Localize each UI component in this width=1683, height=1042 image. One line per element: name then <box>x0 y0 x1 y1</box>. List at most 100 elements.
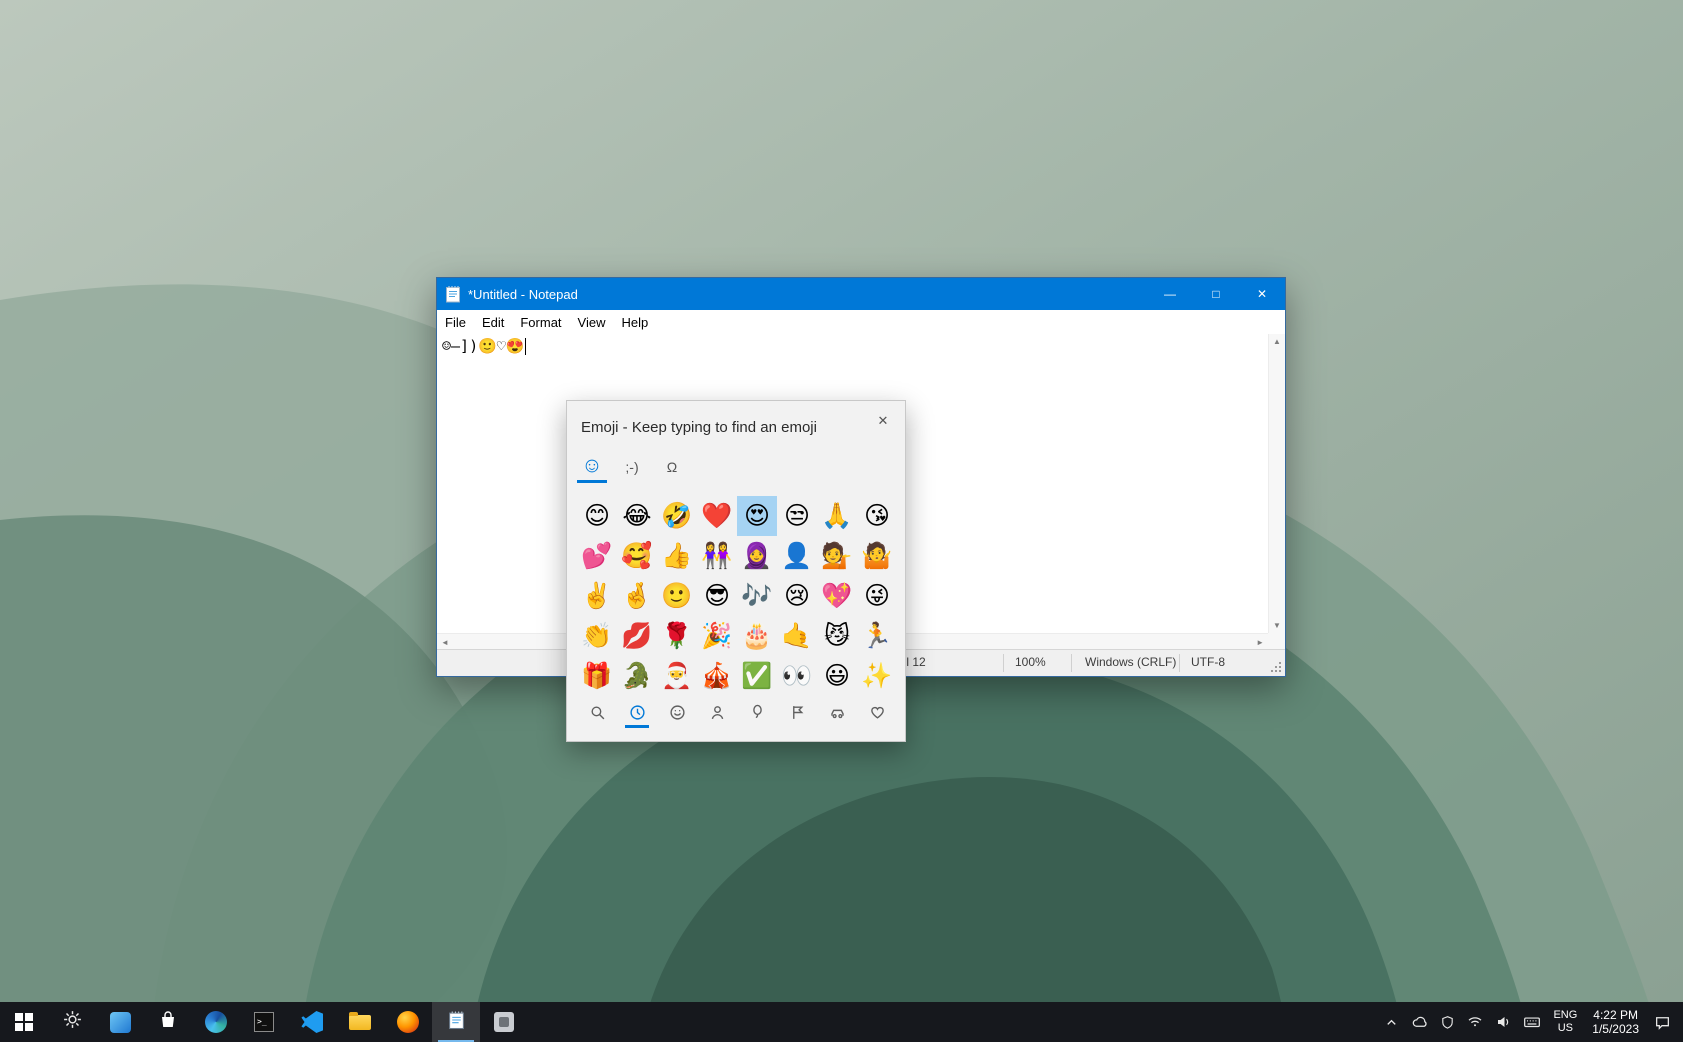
emoji-cell[interactable]: 🎶 <box>737 576 777 616</box>
system-tray: ENG US 4:22 PM 1/5/2023 <box>1378 1002 1683 1042</box>
emoji-cell[interactable]: 🏃 <box>857 616 897 656</box>
emoji-cell[interactable]: ✅ <box>737 656 777 696</box>
taskbar-app-photos[interactable] <box>96 1002 144 1042</box>
volume-speaker-icon[interactable] <box>1489 1002 1517 1042</box>
emoji-cell[interactable]: 😃 <box>817 656 857 696</box>
taskbar-app-vscode[interactable] <box>288 1002 336 1042</box>
emoji-cell[interactable]: 🎅 <box>657 656 697 696</box>
menu-format[interactable]: Format <box>512 310 569 334</box>
menu-help[interactable]: Help <box>613 310 656 334</box>
emoji-cell[interactable]: 🎂 <box>737 616 777 656</box>
security-shield-icon[interactable] <box>1434 1002 1461 1042</box>
emoji-cell[interactable]: 💋 <box>617 616 657 656</box>
emoji-cell[interactable]: 👤 <box>777 536 817 576</box>
language-indicator[interactable]: ENG US <box>1547 1002 1583 1042</box>
emoji-cell[interactable]: 🎉 <box>697 616 737 656</box>
emoji-cell[interactable]: 🥰 <box>617 536 657 576</box>
emoji-cell[interactable]: 😂 <box>617 496 657 536</box>
category-people-icon[interactable] <box>697 700 737 738</box>
category-recently-used-icon[interactable] <box>617 700 657 738</box>
maximize-button[interactable]: □ <box>1193 278 1239 310</box>
resize-grip[interactable] <box>1279 670 1281 672</box>
command-prompt-icon: >_ <box>254 1012 274 1032</box>
emoji-panel-title: Emoji - Keep typing to find an emoji <box>581 419 817 436</box>
category-flags-icon[interactable] <box>777 700 817 738</box>
emoji-cell[interactable]: 🎪 <box>697 656 737 696</box>
emoji-cell[interactable]: 💖 <box>817 576 857 616</box>
network-wifi-icon[interactable] <box>1461 1002 1489 1042</box>
emoji-cell[interactable]: 💕 <box>577 536 617 576</box>
gear-icon <box>62 1009 83 1035</box>
emoji-cell[interactable]: 👭 <box>697 536 737 576</box>
emoji-cell[interactable]: 🌹 <box>657 616 697 656</box>
emoji-cell[interactable]: 🐊 <box>617 656 657 696</box>
taskbar-clock[interactable]: 4:22 PM 1/5/2023 <box>1583 1002 1648 1042</box>
emoji-cell[interactable]: ✌️ <box>577 576 617 616</box>
vertical-scrollbar[interactable]: ▲ ▼ <box>1268 334 1285 633</box>
emoji-cell[interactable]: 🤞 <box>617 576 657 616</box>
emoji-cell[interactable]: 😼 <box>817 616 857 656</box>
touch-keyboard-icon[interactable] <box>1517 1002 1547 1042</box>
emoji-cell[interactable]: 😍 <box>737 496 777 536</box>
emoji-cell[interactable]: 👏 <box>577 616 617 656</box>
tray-chevron-up-icon[interactable] <box>1378 1002 1405 1042</box>
emoji-cell[interactable]: 😘 <box>857 496 897 536</box>
status-separator <box>1179 654 1180 672</box>
status-zoom-level: 100% <box>1015 655 1046 669</box>
action-center-icon[interactable] <box>1648 1002 1677 1042</box>
close-button[interactable]: ✕ <box>1239 278 1285 310</box>
window-title: *Untitled - Notepad <box>468 286 578 302</box>
category-symbols-icon[interactable] <box>857 700 897 738</box>
emoji-cell[interactable]: 🎁 <box>577 656 617 696</box>
taskbar-app-terminal[interactable]: >_ <box>240 1002 288 1042</box>
tab-kaomoji[interactable]: ;-) <box>617 451 647 483</box>
emoji-category-bar <box>577 700 897 738</box>
emoji-cell[interactable]: 😜 <box>857 576 897 616</box>
scroll-down-arrow[interactable]: ▼ <box>1273 621 1281 630</box>
category-celebrations-icon[interactable] <box>737 700 777 738</box>
taskbar-app-paint[interactable] <box>480 1002 528 1042</box>
taskbar-app-edge[interactable] <box>192 1002 240 1042</box>
emoji-cell[interactable]: 🧕 <box>737 536 777 576</box>
emoji-panel-close-icon[interactable]: ✕ <box>869 409 897 433</box>
emoji-cell[interactable]: 🙂 <box>657 576 697 616</box>
start-button[interactable] <box>0 1002 48 1042</box>
emoji-cell[interactable]: ❤️ <box>697 496 737 536</box>
menu-view[interactable]: View <box>570 310 614 334</box>
emoji-cell[interactable]: ✨ <box>857 656 897 696</box>
category-smileys-icon[interactable] <box>657 700 697 738</box>
emoji-cell[interactable]: 😢 <box>777 576 817 616</box>
taskbar-app-file-explorer[interactable] <box>336 1002 384 1042</box>
emoji-cell[interactable]: 👀 <box>777 656 817 696</box>
taskbar-app-store[interactable] <box>144 1002 192 1042</box>
emoji-cell[interactable]: 😎 <box>697 576 737 616</box>
onedrive-cloud-icon[interactable] <box>1405 1002 1434 1042</box>
scroll-up-arrow[interactable]: ▲ <box>1273 337 1281 346</box>
menu-file[interactable]: File <box>437 310 474 334</box>
taskbar-app-notepad[interactable] <box>432 1002 480 1042</box>
scroll-left-arrow[interactable]: ◄ <box>441 638 449 647</box>
category-search-icon[interactable] <box>577 700 617 738</box>
scroll-right-arrow[interactable]: ► <box>1256 638 1264 647</box>
scrollbar-corner <box>1268 633 1285 650</box>
emoji-cell[interactable]: 🙏 <box>817 496 857 536</box>
menu-edit[interactable]: Edit <box>474 310 512 334</box>
emoji-cell[interactable]: 😒 <box>777 496 817 536</box>
emoji-cell[interactable]: 💁 <box>817 536 857 576</box>
emoji-cell[interactable]: 👍 <box>657 536 697 576</box>
taskbar-app-settings[interactable] <box>48 1002 96 1042</box>
tab-symbols[interactable]: Ω <box>657 451 687 483</box>
clock-date: 1/5/2023 <box>1592 1022 1639 1036</box>
category-transportation-icon[interactable] <box>817 700 857 738</box>
emoji-grid: 😊 😂 🤣 ❤️ 😍 😒 🙏 😘 💕 🥰 👍 👭 🧕 👤 💁 🤷 ✌️ 🤞 🙂 😎 🎶 😢 💖 😜 👏 💋 🌹 🎉 🎂 🤙 😼 🏃 🎁 🐊 🎅 🎪 ✅ 👀… <box>577 496 897 696</box>
emoji-cell[interactable]: 🤙 <box>777 616 817 656</box>
minimize-button[interactable]: — <box>1147 278 1193 310</box>
emoji-cell[interactable]: 😊 <box>577 496 617 536</box>
emoji-cell[interactable]: 🤣 <box>657 496 697 536</box>
store-bag-icon <box>158 1010 178 1035</box>
tab-emoji[interactable]: ☺ <box>577 451 607 483</box>
notepad-titlebar[interactable]: *Untitled - Notepad — □ ✕ <box>437 278 1285 310</box>
desktop: *Untitled - Notepad — □ ✕ File Edit Form… <box>0 0 1683 1042</box>
emoji-cell[interactable]: 🤷 <box>857 536 897 576</box>
taskbar-app-firefox[interactable] <box>384 1002 432 1042</box>
